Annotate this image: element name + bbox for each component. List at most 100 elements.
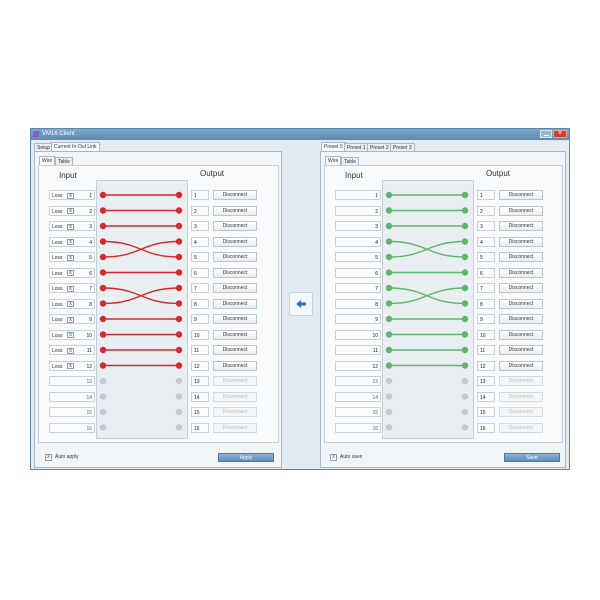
left-disconnect-button-9[interactable]: Disconnect [213,314,257,324]
right-input-port-1[interactable] [385,191,393,199]
right-tab-wire[interactable]: Wire [325,156,342,165]
right-disconnect-button-4[interactable]: Disconnect [499,236,543,247]
left-input-box-12[interactable]: Loss x 12 [49,360,95,371]
right-input-box-1[interactable]: 1 [335,190,381,200]
right-input-box-11[interactable]: 11 [335,345,381,355]
right-output-port-10[interactable] [461,331,469,338]
right-input-port-9[interactable] [385,315,393,323]
right-output-port-4[interactable] [461,238,469,245]
left-input-box-16[interactable]: 16 [49,422,95,433]
close-button[interactable]: × [553,130,567,138]
tab-preset-0[interactable]: Preset 0 [321,142,346,151]
left-input-port-7[interactable] [99,284,107,292]
right-input-port-5[interactable] [385,253,393,261]
left-input-box-13[interactable]: 13 [49,376,95,386]
left-output-port-10[interactable] [175,331,183,338]
left-input-port-1[interactable] [99,191,107,199]
left-loss-checkbox-6[interactable]: x [67,270,74,276]
save-button[interactable]: Save [504,453,560,462]
left-output-port-4[interactable] [175,238,183,245]
right-input-port-4[interactable] [385,238,393,245]
left-output-port-7[interactable] [175,284,183,292]
right-output-port-14[interactable] [461,393,469,400]
right-input-box-10[interactable]: 10 [335,329,381,340]
transfer-button[interactable] [289,292,313,316]
auto-save-checkbox[interactable]: x [330,454,337,461]
left-input-port-6[interactable] [99,269,107,276]
right-input-box-6[interactable]: 6 [335,267,381,278]
left-input-box-2[interactable]: Loss x 2 [49,205,95,216]
right-output-port-12[interactable] [461,362,469,369]
left-disconnect-button-15[interactable]: Disconnect [213,407,257,417]
left-loss-checkbox-10[interactable]: x [67,332,74,338]
left-loss-checkbox-8[interactable]: x [67,301,74,307]
right-disconnect-button-14[interactable]: Disconnect [499,391,543,402]
left-disconnect-button-6[interactable]: Disconnect [213,267,257,278]
right-input-port-10[interactable] [385,331,393,338]
left-disconnect-button-5[interactable]: Disconnect [213,252,257,262]
right-output-port-5[interactable] [461,253,469,261]
title-bar[interactable]: VM16 Client × [31,129,569,140]
left-input-box-3[interactable]: Loss x 3 [49,221,95,231]
right-input-port-12[interactable] [385,362,393,369]
right-disconnect-button-7[interactable]: Disconnect [499,283,543,293]
left-disconnect-button-2[interactable]: Disconnect [213,205,257,216]
left-disconnect-button-10[interactable]: Disconnect [213,329,257,340]
left-input-port-12[interactable] [99,362,107,369]
right-output-port-6[interactable] [461,269,469,276]
left-output-port-12[interactable] [175,362,183,369]
left-input-box-4[interactable]: Loss x 4 [49,236,95,247]
left-input-port-13[interactable] [99,377,107,385]
left-input-port-11[interactable] [99,346,107,354]
left-disconnect-button-14[interactable]: Disconnect [213,391,257,402]
left-input-box-14[interactable]: 14 [49,391,95,402]
right-input-box-3[interactable]: 3 [335,221,381,231]
right-disconnect-button-16[interactable]: Disconnect [499,422,543,433]
right-input-port-6[interactable] [385,269,393,276]
left-disconnect-button-7[interactable]: Disconnect [213,283,257,293]
left-input-box-8[interactable]: Loss x 8 [49,298,95,309]
left-output-port-6[interactable] [175,269,183,276]
right-input-box-16[interactable]: 16 [335,422,381,433]
left-loss-checkbox-11[interactable]: x [67,347,74,354]
left-input-box-5[interactable]: Loss x 5 [49,252,95,262]
right-disconnect-button-11[interactable]: Disconnect [499,345,543,355]
right-input-box-14[interactable]: 14 [335,391,381,402]
left-disconnect-button-13[interactable]: Disconnect [213,376,257,386]
right-wire-5-to-4[interactable] [388,240,466,258]
right-input-port-2[interactable] [385,207,393,214]
left-input-box-6[interactable]: Loss x 6 [49,267,95,278]
left-disconnect-button-8[interactable]: Disconnect [213,298,257,309]
apply-button[interactable]: Apply [218,453,274,462]
right-input-port-8[interactable] [385,300,393,307]
left-output-port-15[interactable] [175,408,183,416]
tab-current-in-out-link[interactable]: Current In-Out Link [51,142,100,151]
right-input-box-8[interactable]: 8 [335,298,381,309]
right-input-port-13[interactable] [385,377,393,385]
left-loss-checkbox-2[interactable]: x [67,208,74,214]
right-output-port-7[interactable] [461,284,469,292]
left-output-port-1[interactable] [175,191,183,199]
right-output-port-3[interactable] [461,222,469,230]
left-input-port-9[interactable] [99,315,107,323]
right-disconnect-button-1[interactable]: Disconnect [499,190,543,200]
left-tab-wire[interactable]: Wire [39,156,56,165]
right-input-box-5[interactable]: 5 [335,252,381,262]
left-input-box-15[interactable]: 15 [49,407,95,417]
left-input-port-10[interactable] [99,331,107,338]
left-output-port-5[interactable] [175,253,183,261]
right-input-port-11[interactable] [385,346,393,354]
right-disconnect-button-2[interactable]: Disconnect [499,205,543,216]
right-input-box-12[interactable]: 12 [335,360,381,371]
right-disconnect-button-15[interactable]: Disconnect [499,407,543,417]
left-input-port-5[interactable] [99,253,107,261]
left-input-box-11[interactable]: Loss x 11 [49,345,95,355]
left-disconnect-button-16[interactable]: Disconnect [213,422,257,433]
left-disconnect-button-4[interactable]: Disconnect [213,236,257,247]
right-input-box-13[interactable]: 13 [335,376,381,386]
left-loss-checkbox-9[interactable]: x [67,316,74,323]
right-disconnect-button-10[interactable]: Disconnect [499,329,543,340]
minimize-button[interactable] [540,130,552,138]
left-input-port-3[interactable] [99,222,107,230]
left-input-box-1[interactable]: Loss x 1 [49,190,95,200]
